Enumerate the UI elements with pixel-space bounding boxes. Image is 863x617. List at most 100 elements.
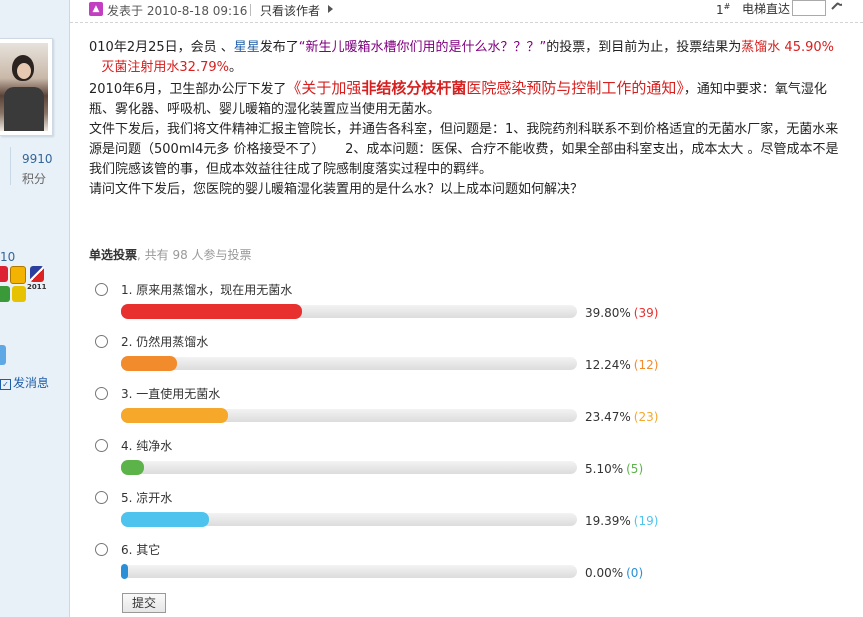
post-user-icon: ▲ [89, 2, 103, 16]
p1-date: 010年2月25日，会员 、 [89, 40, 234, 55]
result-bar-track [121, 460, 577, 475]
poll-header: 单选投票, 共有 98 人参与投票 [89, 246, 252, 263]
poll-option: 4. 纯净水 5.10% (5) [95, 439, 835, 489]
result-stat: 23.47% (23) [585, 410, 658, 424]
elevator-input[interactable] [792, 0, 826, 16]
floor-number: 1# [716, 2, 730, 17]
result-count: (23) [633, 410, 659, 424]
result-stat: 19.39% (19) [585, 514, 658, 528]
post-content: 010年2月25日，会员 、星星发布了“新生儿暖箱水槽你们用的是什么水？？？”的… [89, 38, 841, 200]
send-message-label: 发消息 [13, 376, 50, 390]
p1-published: 发布了 [259, 40, 299, 55]
result-bar-fill [121, 460, 145, 475]
caret-right-icon [328, 5, 333, 13]
result-percent: 0.00% [585, 566, 624, 580]
result-count: (39) [633, 306, 659, 320]
avatar[interactable] [0, 38, 53, 136]
option-radio[interactable] [95, 491, 108, 504]
doc-title-close: 》 [676, 79, 684, 97]
poll-option: 5. 凉开水 19.39% (19) [95, 491, 835, 541]
doc-title-open: 《关于加强 [286, 79, 362, 97]
poll-type: 单选投票 [89, 248, 138, 262]
elevator-label: 电梯直达 [742, 2, 791, 16]
result-percent: 39.80% [585, 306, 631, 320]
medal-group: 2011 [0, 266, 50, 304]
option-radio[interactable] [95, 387, 108, 400]
result-gap [89, 60, 101, 75]
poll-option: 3. 一直使用无菌水 23.47% (23) [95, 387, 835, 437]
result-count: (5) [626, 462, 644, 476]
result-bar-track [121, 564, 577, 579]
poll-link[interactable]: “新生儿暖箱水槽你们用的是什么水？？？” [299, 40, 546, 55]
result-percent: 5.10% [585, 462, 624, 476]
medal-red-icon [0, 266, 8, 282]
posted-prefix: 发表于 [107, 4, 144, 18]
paragraph-3: 文件下发后，我们将文件精神汇报主管院长，并通告各科室，但问题是：1、我院药剂科联… [89, 122, 839, 177]
result-bar-fill [121, 304, 303, 319]
result-count: (0) [626, 566, 644, 580]
result-percent: 19.39% [585, 514, 631, 528]
medal-gold-icon [10, 266, 26, 284]
medal-yellow-icon [12, 286, 26, 302]
stat-divider [10, 147, 11, 185]
p2-lead: 2010年6月，卫生部办公厅下发了 [89, 82, 287, 97]
option-label[interactable]: 1. 原来用蒸馏水，现在用无菌水 [121, 281, 292, 298]
avatar-face [17, 63, 31, 79]
avatar-image [0, 43, 48, 131]
result-sterile: 灭菌注射用水32.79% [101, 60, 229, 75]
result-bar-fill [121, 408, 229, 423]
submit-vote-button[interactable]: 提交 [122, 593, 166, 613]
paragraph-4: 请问文件下发后，您医院的婴儿暖箱湿化装置用的是什么水？以上成本问题如何解决？ [89, 182, 584, 197]
result-bar-fill [121, 356, 177, 371]
poll-option: 2. 仍然用蒸馏水 12.24% (12) [95, 335, 835, 385]
result-stat: 39.80% (39) [585, 306, 658, 320]
author-level: 10 [0, 250, 16, 264]
avatar-body [4, 87, 44, 131]
floor-number-value: 1 [716, 3, 724, 17]
poll-participants: , 共有 98 人参与投票 [137, 248, 252, 262]
post-header-bar: ▲ 发表于 2010-8-18 09:16 只看该作者 1# 电梯直达 [70, 0, 863, 23]
points-value[interactable]: 9910 [22, 152, 53, 166]
option-radio[interactable] [95, 283, 108, 296]
post-time: 发表于 2010-8-18 09:16 [107, 2, 247, 19]
result-percent: 12.24% [585, 358, 631, 372]
medal-year: 2011 [27, 283, 47, 291]
wrench-icon[interactable] [830, 0, 842, 10]
option-label[interactable]: 4. 纯净水 [121, 437, 172, 454]
result-count: (19) [633, 514, 659, 528]
result-stat: 12.24% (12) [585, 358, 658, 372]
result-stat: 0.00% (0) [585, 566, 643, 580]
result-count: (12) [633, 358, 659, 372]
floor-number-sup: # [723, 2, 731, 11]
sidebar-tab-button[interactable] [0, 345, 6, 365]
result-percent: 23.47% [585, 410, 631, 424]
result-bar-track [121, 304, 577, 319]
medal-green-icon [0, 286, 10, 302]
option-label[interactable]: 2. 仍然用蒸馏水 [121, 333, 208, 350]
doc-title-bold: 非结核分枝杆菌 [361, 79, 467, 97]
doc-title-tail: 医院感染预防与控制工作的通知 [466, 79, 677, 97]
p1-after-link: 的投票，到目前为止，投票结果为 [546, 40, 742, 55]
option-radio[interactable] [95, 543, 108, 556]
result-bar-track [121, 512, 577, 527]
option-radio[interactable] [95, 439, 108, 452]
option-label[interactable]: 6. 其它 [121, 541, 160, 558]
send-message-link[interactable]: ✓ 发消息 [0, 374, 49, 391]
poll-option: 1. 原来用蒸馏水，现在用无菌水 39.80% (39) [95, 283, 835, 333]
result-bar-track [121, 408, 577, 423]
p1-end: 。 [228, 60, 242, 75]
medal-flag-icon [30, 266, 44, 282]
paragraph-2: 2010年6月，卫生部办公厅下发了《关于加强非结核分枝杆菌医院感染预防与控制工作… [89, 78, 841, 120]
option-label[interactable]: 5. 凉开水 [121, 489, 172, 506]
checkbox-icon: ✓ [0, 379, 11, 390]
posted-time: 2010-8-18 09:16 [146, 4, 248, 18]
option-radio[interactable] [95, 335, 108, 348]
paragraph-1: 010年2月25日，会员 、星星发布了“新生儿暖箱水槽你们用的是什么水？？？”的… [89, 38, 841, 78]
result-bar-fill [121, 564, 128, 579]
only-author-link[interactable]: 只看该作者 [260, 2, 320, 19]
option-label[interactable]: 3. 一直使用无菌水 [121, 385, 220, 402]
result-stat: 5.10% (5) [585, 462, 643, 476]
result-bar-track [121, 356, 577, 371]
poll-option: 6. 其它 0.00% (0) [95, 543, 835, 593]
user-link[interactable]: 星星 [234, 40, 260, 55]
